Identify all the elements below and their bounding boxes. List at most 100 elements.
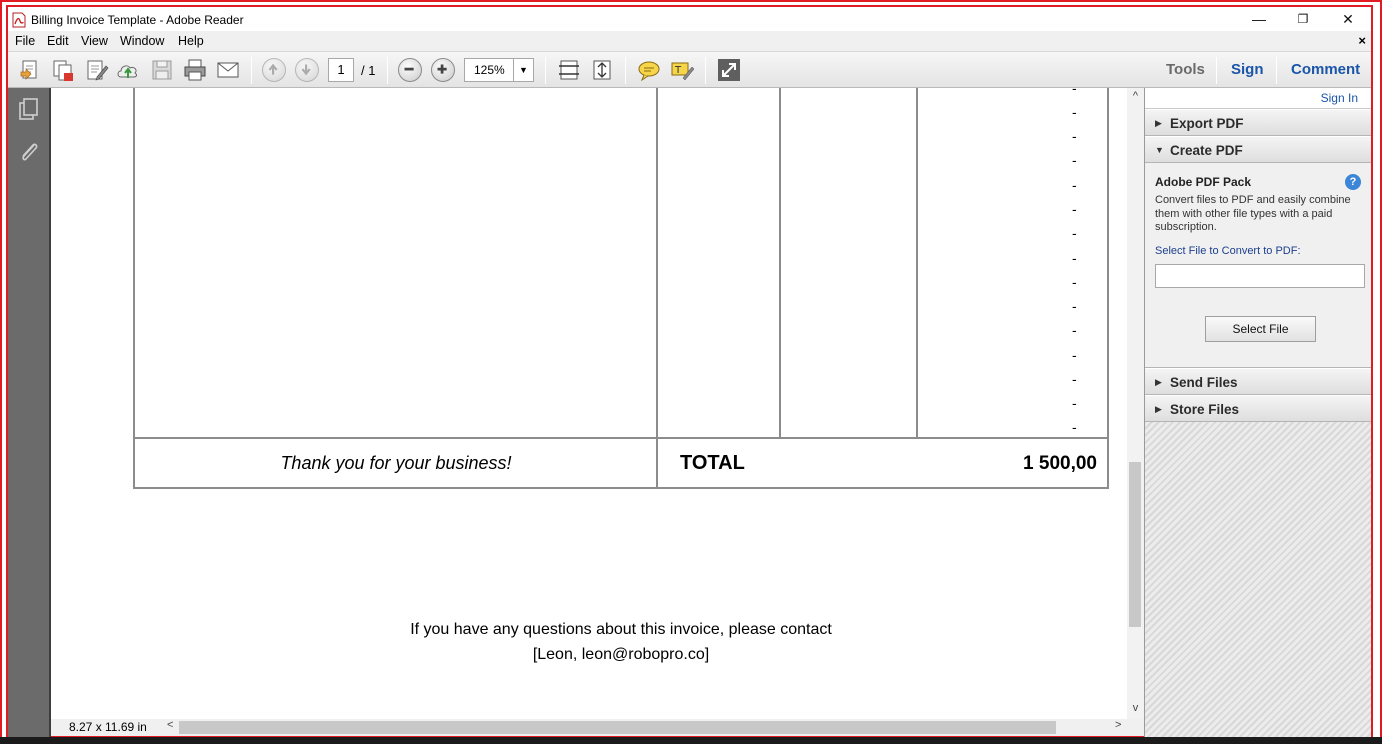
fit-page-icon[interactable]: [590, 58, 614, 82]
menu-window[interactable]: Window: [120, 34, 164, 48]
contact-line: If you have any questions about this inv…: [410, 621, 832, 638]
toolbar-separator: [705, 57, 706, 84]
highlight-icon[interactable]: T: [670, 58, 694, 82]
prev-page-icon[interactable]: [262, 58, 286, 82]
menu-bar: File Edit View Window Help ×: [8, 31, 1371, 51]
zoom-level-value: 125%: [474, 63, 505, 77]
line-amount: -: [1072, 274, 1077, 290]
menu-file[interactable]: File: [15, 34, 35, 48]
scroll-down-icon[interactable]: v: [1127, 702, 1144, 714]
menu-edit[interactable]: Edit: [47, 34, 69, 48]
combine-icon[interactable]: [51, 58, 75, 82]
scroll-right-icon[interactable]: >: [1115, 719, 1121, 731]
line-amount: -: [1072, 128, 1077, 144]
pdf-pack-title: Adobe PDF Pack: [1155, 175, 1252, 189]
store-files-label: Store Files: [1170, 402, 1240, 417]
line-amount: -: [1072, 322, 1077, 338]
send-files-label: Send Files: [1170, 375, 1238, 390]
create-pdf-label: Create PDF: [1170, 143, 1243, 158]
toolbar-separator: [625, 57, 626, 84]
email-icon[interactable]: [216, 58, 240, 82]
navigation-pane: [8, 88, 51, 738]
close-document-button[interactable]: ×: [1358, 33, 1366, 48]
export-pdf-section[interactable]: ▶ Export PDF: [1145, 109, 1371, 136]
line-amount: -: [1072, 419, 1077, 435]
upload-icon[interactable]: [116, 58, 140, 82]
send-files-section[interactable]: ▶ Send Files: [1145, 368, 1371, 395]
fit-width-icon[interactable]: [557, 58, 581, 82]
chevron-down-icon[interactable]: ▼: [513, 59, 533, 81]
toolbar-separator: [1276, 57, 1277, 84]
total-label: TOTAL: [680, 452, 745, 474]
comment-icon[interactable]: [637, 58, 661, 82]
zoom-out-icon[interactable]: [398, 58, 422, 82]
svg-text:T: T: [674, 65, 682, 76]
zoom-level-select[interactable]: 125% ▼: [464, 58, 534, 82]
save-icon[interactable]: [150, 58, 174, 82]
line-amount: -: [1072, 347, 1077, 363]
print-icon[interactable]: [183, 58, 207, 82]
tools-tab[interactable]: Tools: [1166, 61, 1205, 78]
close-button[interactable]: ✕: [1326, 9, 1370, 29]
sign-in-row: Sign In: [1145, 88, 1371, 109]
table-border-right: [1107, 88, 1109, 489]
minimize-button[interactable]: —: [1237, 9, 1281, 29]
store-files-section[interactable]: ▶ Store Files: [1145, 395, 1371, 422]
next-page-icon[interactable]: [295, 58, 319, 82]
table-column-divider: [656, 88, 658, 489]
expand-arrow-icon: ▶: [1155, 404, 1162, 414]
table-border-left: [133, 88, 135, 489]
line-amount: -: [1072, 104, 1077, 120]
total-value: 1 500,00: [1023, 453, 1097, 474]
menu-help[interactable]: Help: [178, 34, 204, 48]
scrollbar-thumb[interactable]: [1129, 462, 1141, 627]
help-icon[interactable]: ?: [1345, 174, 1361, 190]
document-view[interactable]: - - - - - - - - - - - - - - - Thank you …: [51, 88, 1127, 719]
scroll-left-icon[interactable]: <: [167, 719, 173, 731]
sign-in-link[interactable]: Sign In: [1321, 91, 1358, 105]
status-bar: 8.27 x 11.69 in < >: [51, 719, 1144, 736]
line-amount: -: [1072, 201, 1077, 217]
line-amount: -: [1072, 395, 1077, 411]
fullscreen-icon[interactable]: [717, 58, 741, 82]
zoom-in-icon[interactable]: [431, 58, 455, 82]
window-title: Billing Invoice Template - Adobe Reader: [31, 13, 244, 27]
create-pdf-icon[interactable]: [18, 58, 42, 82]
pages-thumbnail-icon[interactable]: [18, 98, 40, 122]
line-amount: -: [1072, 152, 1077, 168]
line-amount: -: [1072, 371, 1077, 387]
page-size-label: 8.27 x 11.69 in: [69, 720, 147, 734]
toolbar-separator: [1216, 57, 1217, 84]
taskbar-strip: [0, 737, 1382, 744]
attachment-paperclip-icon[interactable]: [17, 140, 41, 164]
horizontal-scrollbar-thumb[interactable]: [179, 721, 1056, 734]
create-pdf-section[interactable]: ▼ Create PDF: [1145, 136, 1371, 163]
toolbar: 1 / 1 125% ▼ T Tools Sign Comment: [8, 51, 1371, 88]
file-path-input[interactable]: [1155, 264, 1365, 288]
line-amount: -: [1072, 250, 1077, 266]
toolbar-separator: [251, 57, 252, 84]
line-amount: -: [1072, 225, 1077, 241]
restore-button[interactable]: ❐: [1281, 9, 1325, 29]
line-amount: -: [1072, 177, 1077, 193]
select-file-button[interactable]: Select File: [1205, 316, 1316, 342]
edit-icon[interactable]: [85, 58, 109, 82]
scroll-up-icon[interactable]: ^: [1127, 90, 1144, 102]
sign-tab[interactable]: Sign: [1231, 61, 1264, 78]
contact-email: [Leon, leon@robopro.co]: [532, 646, 710, 663]
page-total: / 1: [361, 63, 376, 78]
collapse-arrow-icon: ▼: [1155, 145, 1164, 155]
page-number-input[interactable]: 1: [328, 58, 354, 82]
expand-arrow-icon: ▶: [1155, 118, 1162, 128]
comment-tab[interactable]: Comment: [1291, 61, 1360, 78]
vertical-scrollbar[interactable]: ^ v: [1127, 88, 1144, 719]
table-row-divider: [133, 437, 1109, 439]
toolbar-separator: [387, 57, 388, 84]
line-amount: -: [1072, 88, 1077, 96]
tools-pane: Sign In ▶ Export PDF ▼ Create PDF Adobe …: [1144, 88, 1371, 738]
table-column-divider: [916, 88, 918, 439]
thank-you-note: Thank you for your business!: [280, 453, 512, 473]
toolbar-separator: [545, 57, 546, 84]
adobe-reader-icon: [12, 12, 26, 28]
menu-view[interactable]: View: [81, 34, 108, 48]
